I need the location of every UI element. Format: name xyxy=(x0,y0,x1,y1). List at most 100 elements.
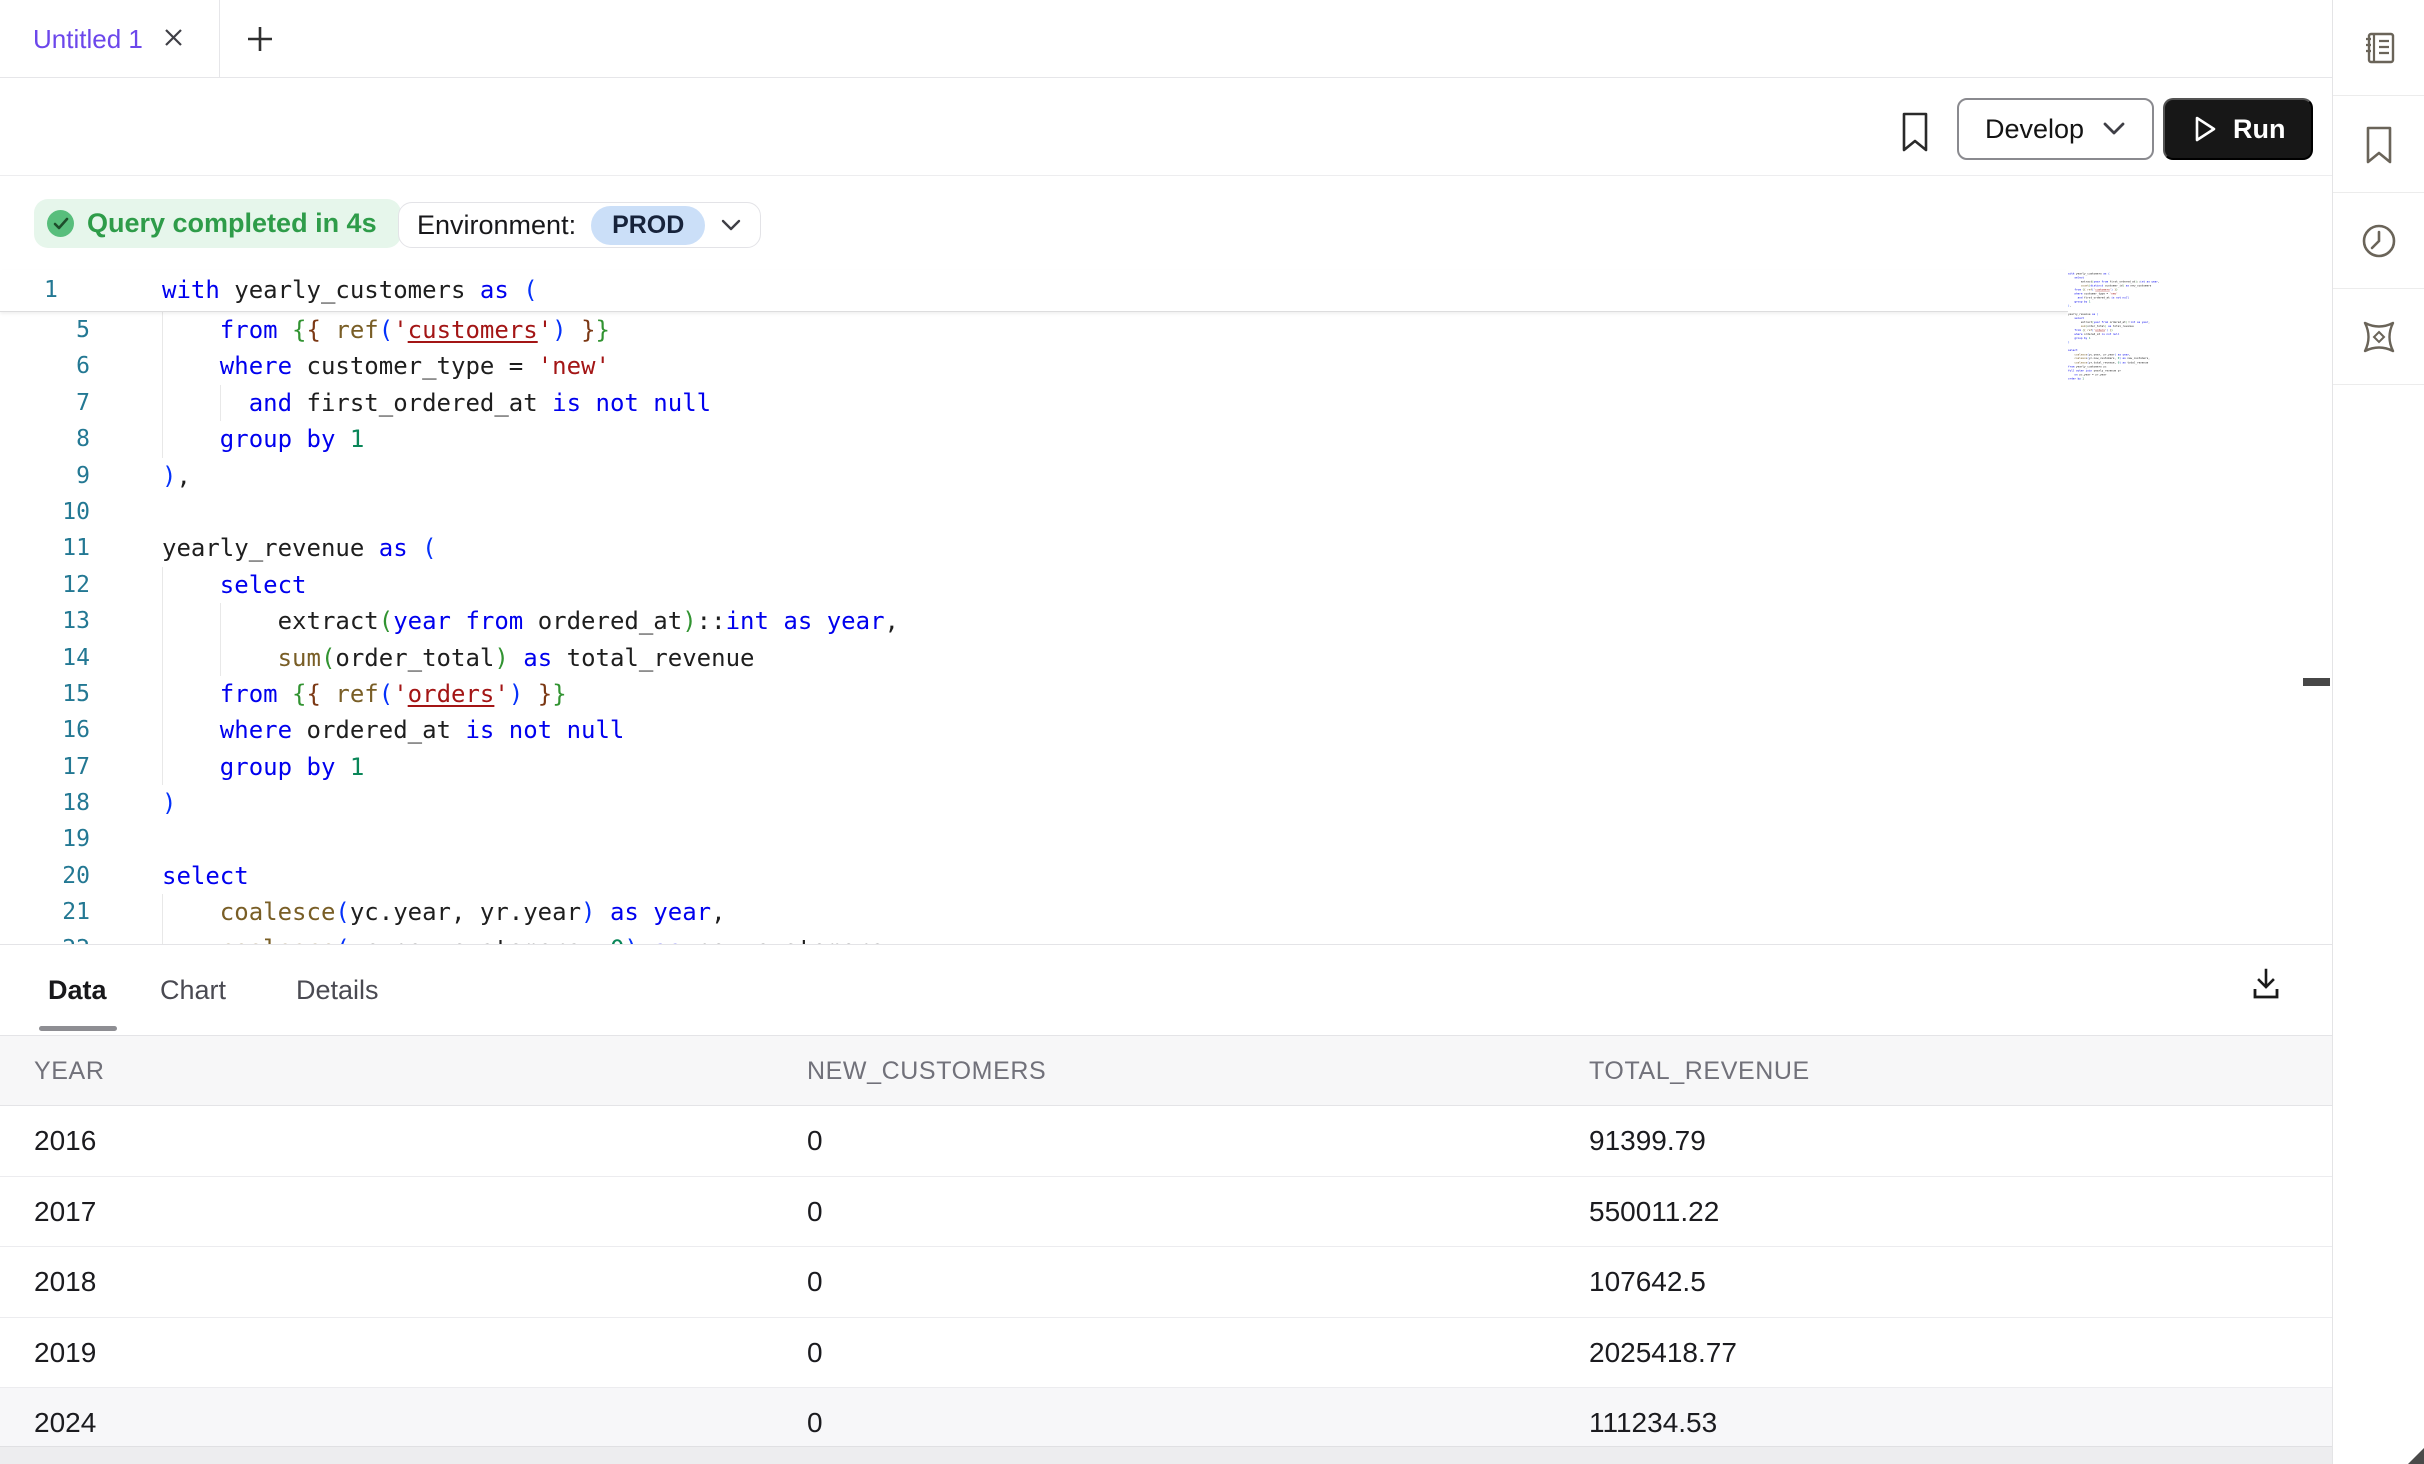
notebook-icon[interactable] xyxy=(2333,0,2424,96)
develop-button[interactable]: Develop xyxy=(1957,98,2154,160)
right-sidebar xyxy=(2333,0,2424,1464)
code-text: group by 1 xyxy=(162,425,364,453)
line-number: 21 xyxy=(0,899,90,925)
code-text: coalesce(yc.new_customers, 0) as new_cus… xyxy=(162,935,899,944)
environment-value-badge: PROD xyxy=(591,206,705,245)
code-line: 13 extract(year from ordered_at)::int as… xyxy=(0,603,2300,639)
line-number: 7 xyxy=(0,390,90,416)
code-line: 15 from {{ ref('orders') }} xyxy=(0,676,2300,712)
tab-untitled-1[interactable]: Untitled 1 xyxy=(0,0,210,78)
column-header: TOTAL_REVENUE xyxy=(1589,1036,1810,1106)
minimap[interactable]: with yearly_customers as ( select extrac… xyxy=(2068,272,2186,397)
code-editor[interactable]: 5 from {{ ref('customers') }}6 where cus… xyxy=(0,249,2332,944)
code-line: 20select xyxy=(0,858,2300,894)
code-line: 9), xyxy=(0,458,2300,494)
table-body: 2016 0 91399.79 2017 0 550011.22 2018 0 107642.5… xyxy=(0,1106,2332,1446)
code-line: 11yearly_revenue as ( xyxy=(0,530,2300,566)
line-number: 13 xyxy=(0,608,90,634)
code-line: 8 group by 1 xyxy=(0,421,2300,457)
line-number: 16 xyxy=(0,717,90,743)
table-cell: 0 xyxy=(807,1247,823,1317)
table-row[interactable]: 2019 0 2025418.77 xyxy=(0,1318,2332,1389)
horizontal-scrollbar-track[interactable] xyxy=(0,1446,2332,1464)
code-line: 22 coalesce(yc.new_customers, 0) as new_… xyxy=(0,931,2300,944)
code-text: ), xyxy=(162,462,191,490)
code-text: from {{ ref('customers') }} xyxy=(162,316,610,344)
code-line: 7 and first_ordered_at is not null xyxy=(0,385,2300,421)
table-cell: 2017 xyxy=(34,1177,96,1247)
history-icon[interactable] xyxy=(2333,193,2424,289)
run-label: Run xyxy=(2233,114,2285,145)
code-text: ) xyxy=(162,789,176,817)
chevron-down-icon xyxy=(2102,121,2126,137)
check-circle-icon xyxy=(47,210,74,237)
tab-divider xyxy=(219,0,220,77)
develop-label: Develop xyxy=(1985,114,2084,145)
line-number: 5 xyxy=(0,317,90,343)
line-number: 19 xyxy=(0,826,90,852)
code-text: coalesce(yc.year, yr.year) as year, xyxy=(162,898,726,926)
table-cell: 91399.79 xyxy=(1589,1106,1706,1176)
editor-scrollbar-thumb[interactable] xyxy=(2303,678,2330,686)
environment-label: Environment: xyxy=(417,210,576,241)
chevron-down-icon xyxy=(720,218,742,232)
tab-chart[interactable]: Chart xyxy=(160,945,226,1035)
code-text: where customer_type = 'new' xyxy=(162,352,610,380)
play-icon xyxy=(2191,114,2219,144)
code-text: select xyxy=(162,571,307,599)
table-header-row: YEAR NEW_CUSTOMERS TOTAL_REVENUE xyxy=(0,1036,2332,1106)
column-header: YEAR xyxy=(34,1036,104,1106)
table-cell: 2025418.77 xyxy=(1589,1318,1737,1388)
code-line: 6 where customer_type = 'new' xyxy=(0,348,2300,384)
code-line: 16 where ordered_at is not null xyxy=(0,712,2300,748)
table-row[interactable]: 2017 0 550011.22 xyxy=(0,1177,2332,1248)
code-line: 18) xyxy=(0,785,2300,821)
app-window: Untitled 1 Develop Run Query completed i… xyxy=(0,0,2424,1464)
tab-data[interactable]: Data xyxy=(48,945,107,1035)
line-number: 14 xyxy=(0,645,90,671)
bookmark-icon[interactable] xyxy=(1893,108,1937,156)
close-icon[interactable] xyxy=(161,25,186,54)
code-text: sum(order_total) as total_revenue xyxy=(162,644,754,672)
line-number: 10 xyxy=(0,499,90,525)
query-status-text: Query completed in 4s xyxy=(87,208,377,239)
table-cell: 107642.5 xyxy=(1589,1247,1706,1317)
query-status-badge: Query completed in 4s xyxy=(34,199,401,248)
line-number: 6 xyxy=(0,353,90,379)
active-tab-indicator xyxy=(39,1026,117,1031)
code-line: 17 group by 1 xyxy=(0,749,2300,785)
tab-details[interactable]: Details xyxy=(296,945,379,1035)
line-number: 12 xyxy=(0,572,90,598)
code-text: extract(year from ordered_at)::int as ye… xyxy=(162,607,899,635)
table-cell: 2018 xyxy=(34,1247,96,1317)
table-cell: 2019 xyxy=(34,1318,96,1388)
line-number: 18 xyxy=(0,790,90,816)
code-line: 21 coalesce(yc.year, yr.year) as year, xyxy=(0,894,2300,930)
code-line: 5 from {{ ref('customers') }} xyxy=(0,312,2300,348)
sticky-line: 1 with yearly_customers as ( xyxy=(0,270,2068,312)
table-cell: 0 xyxy=(807,1106,823,1176)
line-number: 8 xyxy=(0,426,90,452)
code-text: with yearly_customers as ( xyxy=(162,276,538,304)
line-number: 17 xyxy=(0,754,90,780)
code-line: 12 select xyxy=(0,567,2300,603)
environment-selector[interactable]: Environment: PROD xyxy=(398,202,761,248)
line-number: 11 xyxy=(0,535,90,561)
table-row[interactable]: 2016 0 91399.79 xyxy=(0,1106,2332,1177)
compass-icon[interactable] xyxy=(2333,289,2424,385)
download-icon[interactable] xyxy=(2242,960,2290,1008)
bookmark-icon[interactable] xyxy=(2333,97,2424,193)
table-row[interactable]: 2018 0 107642.5 xyxy=(0,1247,2332,1318)
new-tab-button[interactable] xyxy=(238,14,282,64)
code-line: 14 sum(order_total) as total_revenue xyxy=(0,640,2300,676)
table-cell: 550011.22 xyxy=(1589,1177,1719,1247)
resize-grip[interactable] xyxy=(2408,1448,2424,1464)
line-number: 20 xyxy=(0,863,90,889)
run-button[interactable]: Run xyxy=(2163,98,2313,160)
code-line: 10 xyxy=(0,494,2300,530)
table-cell: 0 xyxy=(807,1177,823,1247)
tab-bar: Untitled 1 xyxy=(0,0,2332,78)
column-header: NEW_CUSTOMERS xyxy=(807,1036,1046,1106)
table-cell: 2016 xyxy=(34,1106,96,1176)
table-cell: 0 xyxy=(807,1318,823,1388)
